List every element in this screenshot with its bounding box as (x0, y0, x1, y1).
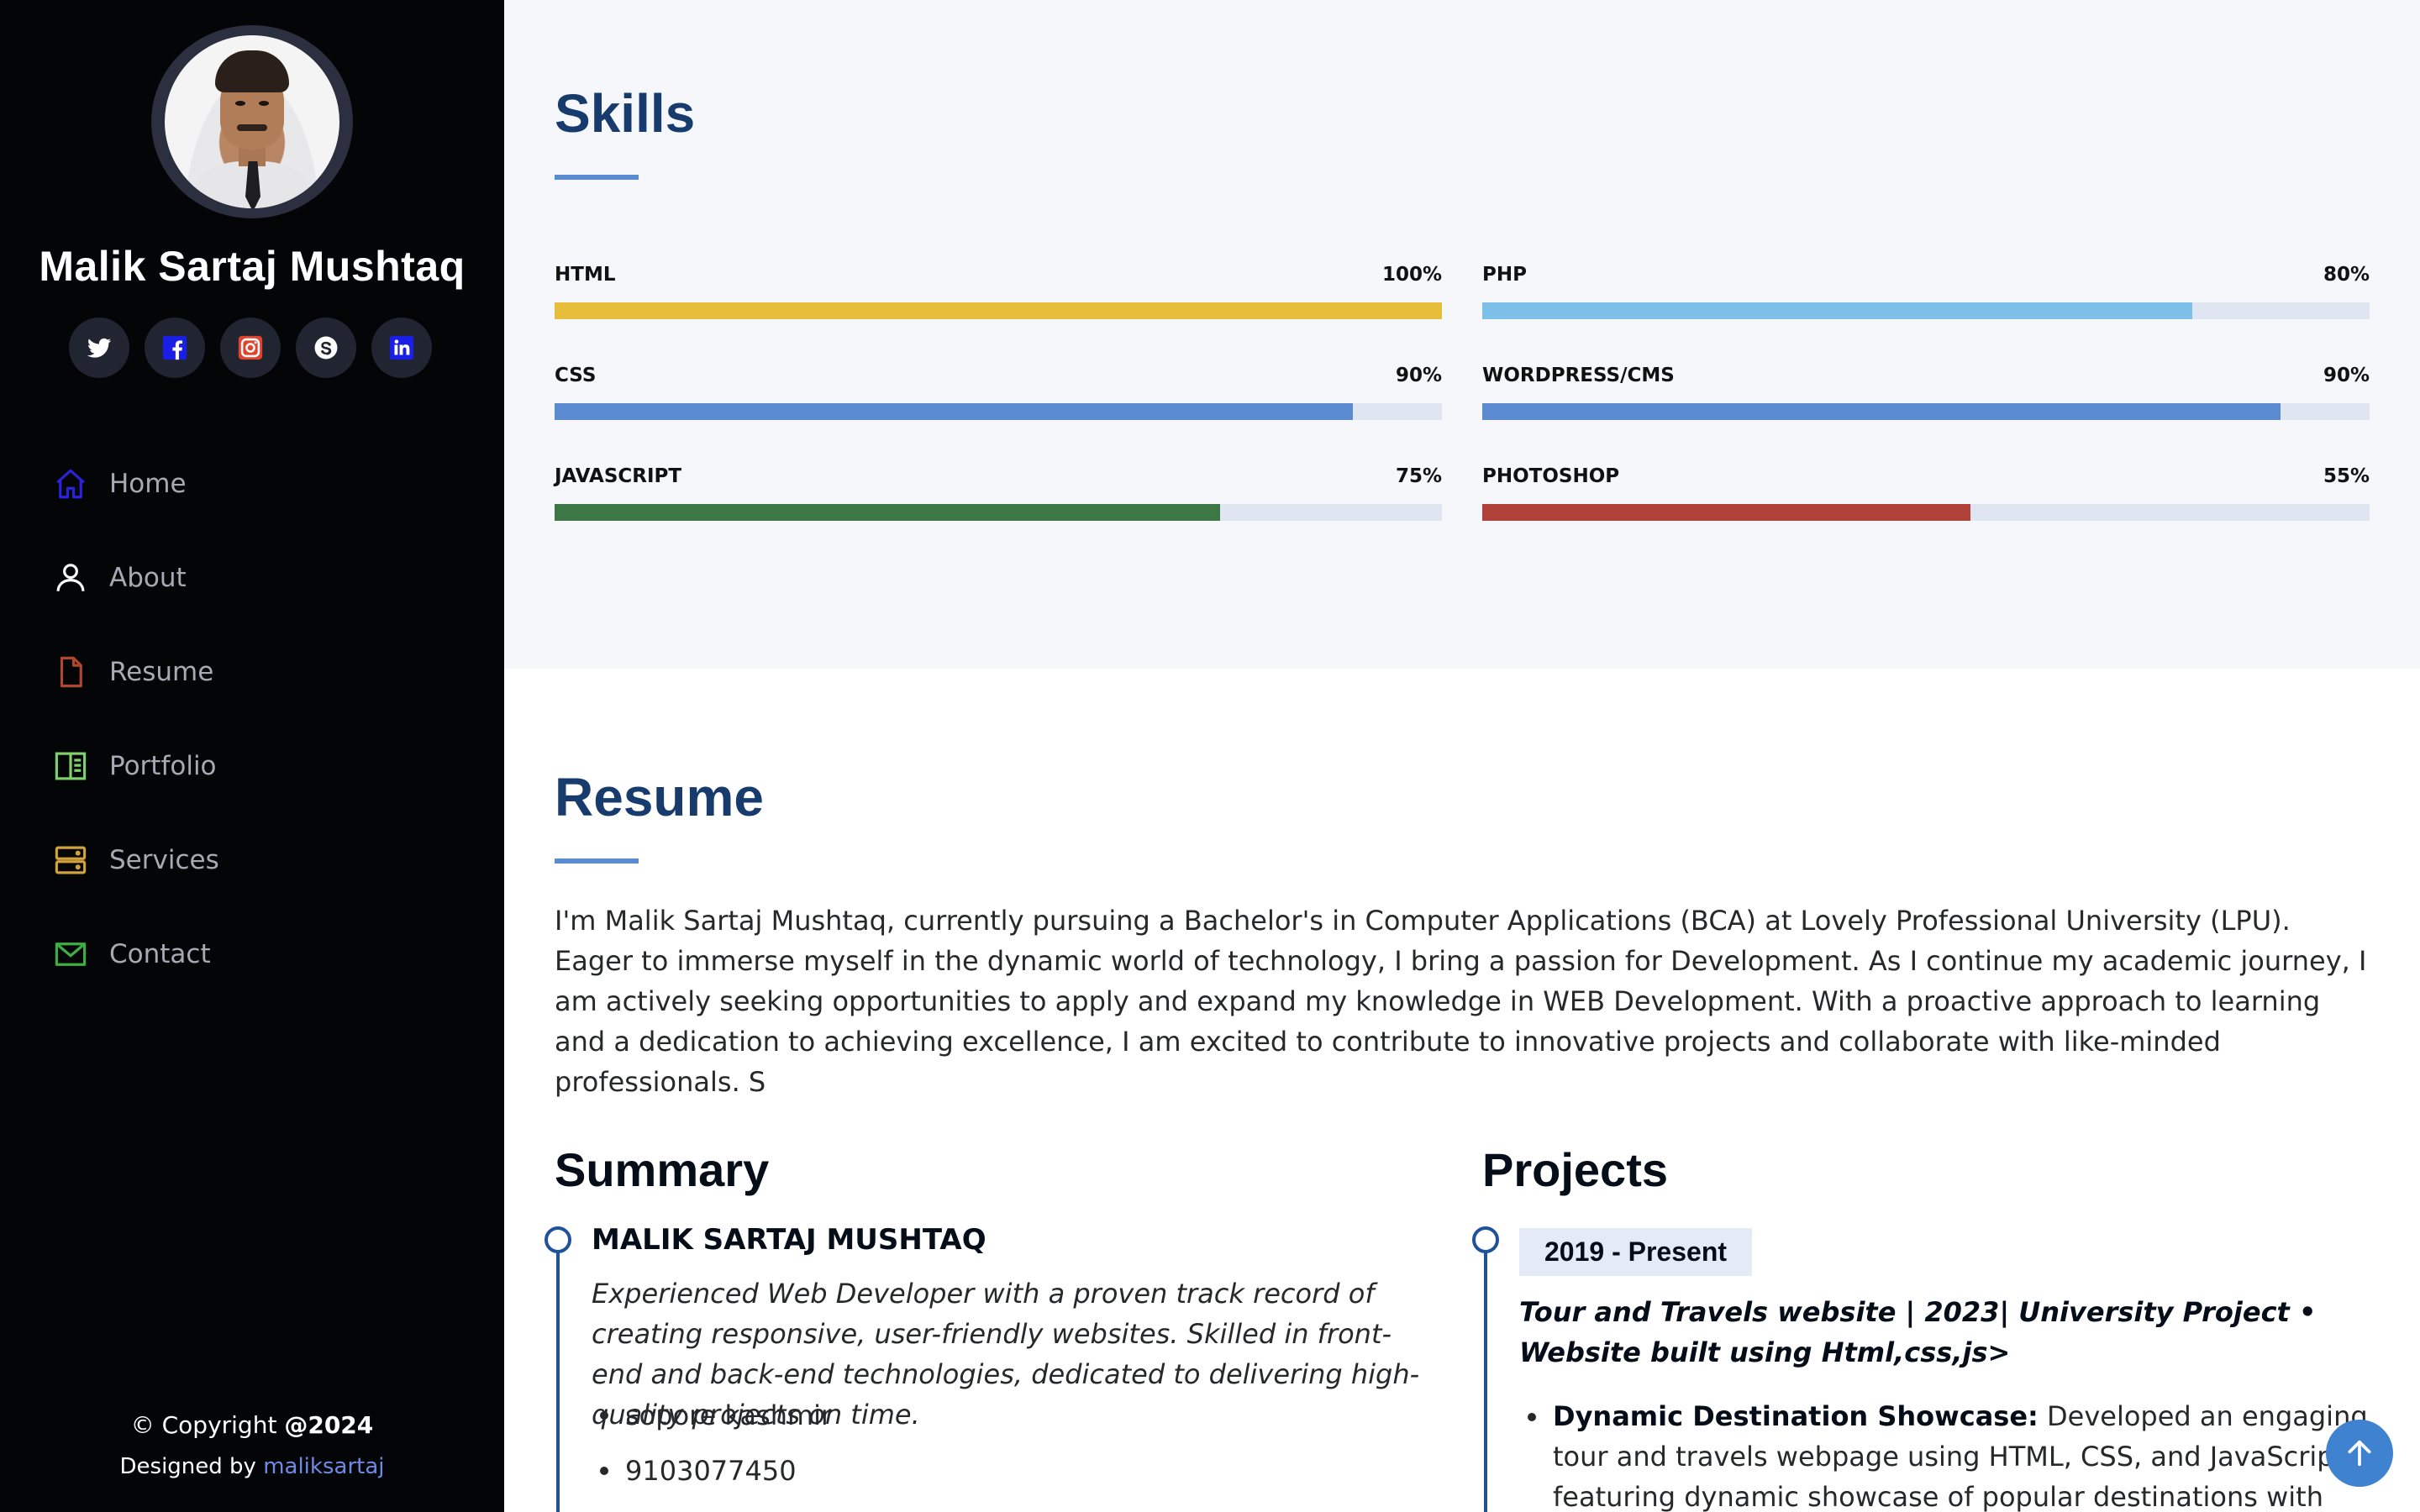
list-item: sopore kashmir (592, 1388, 832, 1443)
linkedin-link[interactable] (371, 318, 432, 378)
facebook-icon (162, 335, 187, 360)
timeline-dot (1472, 1226, 1499, 1253)
sidebar-footer: © Copyright @2024 Designed by maliksarta… (0, 1411, 504, 1479)
skill-label: JAVASCRIPT (555, 465, 682, 487)
instagram-icon (238, 335, 263, 360)
projects-title: Projects (1482, 1143, 1668, 1196)
skill-percent: 90% (1395, 365, 1442, 386)
skill-label: PHOTOSHOP (1482, 465, 1620, 487)
nav-item-resume[interactable]: Resume (52, 625, 455, 719)
projects-timeline (1484, 1240, 1487, 1512)
nav-item-portfolio[interactable]: Portfolio (52, 719, 455, 813)
progress-track (1482, 403, 2370, 420)
skill-label: HTML (555, 264, 616, 286)
copyright: © Copyright @2024 (0, 1411, 504, 1439)
skill-label: CSS (555, 365, 597, 386)
credit: Designed by maliksartaj (0, 1454, 504, 1479)
title-underline (555, 175, 639, 180)
progress-fill (555, 403, 1354, 420)
project-date-badge: 2019 - Present (1519, 1228, 1753, 1276)
copyright-year: @2024 (284, 1411, 374, 1439)
twitter-link[interactable] (69, 318, 129, 378)
twitter-icon (87, 338, 112, 358)
facebook-link[interactable] (145, 318, 205, 378)
section-title-resume: Resume (555, 767, 764, 827)
summary-list: sopore kashmir 9103077450 (592, 1388, 832, 1499)
credit-prefix: Designed by (119, 1454, 264, 1479)
nav-label: Portfolio (109, 751, 217, 781)
nav-label: Contact (109, 939, 211, 969)
progress-track (555, 504, 1442, 521)
skill-photoshop: PHOTOSHOP 55% (1482, 465, 2370, 521)
project-title: Tour and Travels website | 2023| Univers… (1519, 1296, 2317, 1368)
nav-item-about[interactable]: About (52, 531, 455, 625)
timeline-dot (544, 1226, 571, 1253)
arrow-up-icon (2348, 1440, 2371, 1467)
copyright-prefix: © Copyright (130, 1411, 285, 1439)
resume-intro: I'm Malik Sartaj Mushtaq, currently purs… (555, 905, 2367, 1098)
server-icon (52, 842, 89, 879)
skill-javascript: JAVASCRIPT 75% (555, 465, 1442, 521)
title-underline (555, 858, 639, 864)
nav-item-services[interactable]: Services (52, 813, 455, 907)
book-half-icon (52, 748, 89, 785)
skill-percent: 90% (2323, 365, 2370, 386)
list-item: 9103077450 (592, 1443, 832, 1499)
skill-percent: 55% (2323, 465, 2370, 487)
avatar-ring (151, 25, 353, 218)
nav-label: Resume (109, 657, 214, 687)
avatar (165, 35, 339, 208)
resume-section: Resume I'm Malik Sartaj Mushtaq, current… (504, 669, 2420, 1512)
section-title-skills: Skills (555, 83, 696, 144)
progress-track (555, 403, 1442, 420)
skill-php: PHP 80% (1482, 264, 2370, 319)
summary-title: Summary (555, 1143, 770, 1196)
back-to-top-button[interactable] (2326, 1420, 2393, 1487)
credit-link[interactable]: maliksartaj (263, 1454, 384, 1479)
progress-track (555, 302, 1442, 319)
skill-css: CSS 90% (555, 365, 1442, 420)
nav-label: Home (109, 469, 187, 499)
skill-wordpress: WORDPRESS/CMS 90% (1482, 365, 2370, 420)
skill-html: HTML 100% (555, 264, 1442, 319)
skills-section: Skills HTML 100% PHP 80% CSS 90% WORDPRESS/… (504, 0, 2420, 669)
sidebar: Malik Sartaj Mushtaq Home About Resume P… (0, 0, 504, 1512)
summary-timeline (556, 1240, 560, 1512)
sidebar-nav: Home About Resume Portfolio Services Con… (52, 437, 455, 1001)
progress-fill (555, 504, 1220, 521)
profile-name: Malik Sartaj Mushtaq (39, 243, 466, 290)
progress-fill (1482, 504, 1970, 521)
summary-name: MALIK SARTAJ MUSHTAQ (592, 1223, 986, 1257)
house-icon (52, 465, 89, 502)
progress-track (1482, 302, 2370, 319)
nav-label: Services (109, 845, 219, 875)
envelope-icon (52, 936, 89, 973)
skill-percent: 100% (1381, 264, 1442, 286)
social-links (69, 318, 432, 378)
skill-label: PHP (1482, 264, 1527, 286)
progress-fill (1482, 302, 2192, 319)
progress-fill (1482, 403, 2281, 420)
file-icon (52, 654, 89, 690)
project-item-heading: Dynamic Destination Showcase: (1553, 1400, 2039, 1432)
skill-percent: 80% (2323, 264, 2370, 286)
linkedin-icon (389, 335, 414, 360)
nav-item-contact[interactable]: Contact (52, 907, 455, 1001)
person-icon (52, 559, 89, 596)
progress-fill (555, 302, 1442, 319)
nav-item-home[interactable]: Home (52, 437, 455, 531)
list-item: Dynamic Destination Showcase: Developed … (1519, 1396, 2376, 1512)
project-list: Dynamic Destination Showcase: Developed … (1519, 1396, 2376, 1512)
skill-label: WORDPRESS/CMS (1482, 365, 1675, 386)
skype-link[interactable] (296, 318, 356, 378)
skype-icon (314, 336, 338, 360)
progress-track (1482, 504, 2370, 521)
nav-label: About (109, 563, 187, 593)
skill-percent: 75% (1395, 465, 1442, 487)
instagram-link[interactable] (220, 318, 281, 378)
